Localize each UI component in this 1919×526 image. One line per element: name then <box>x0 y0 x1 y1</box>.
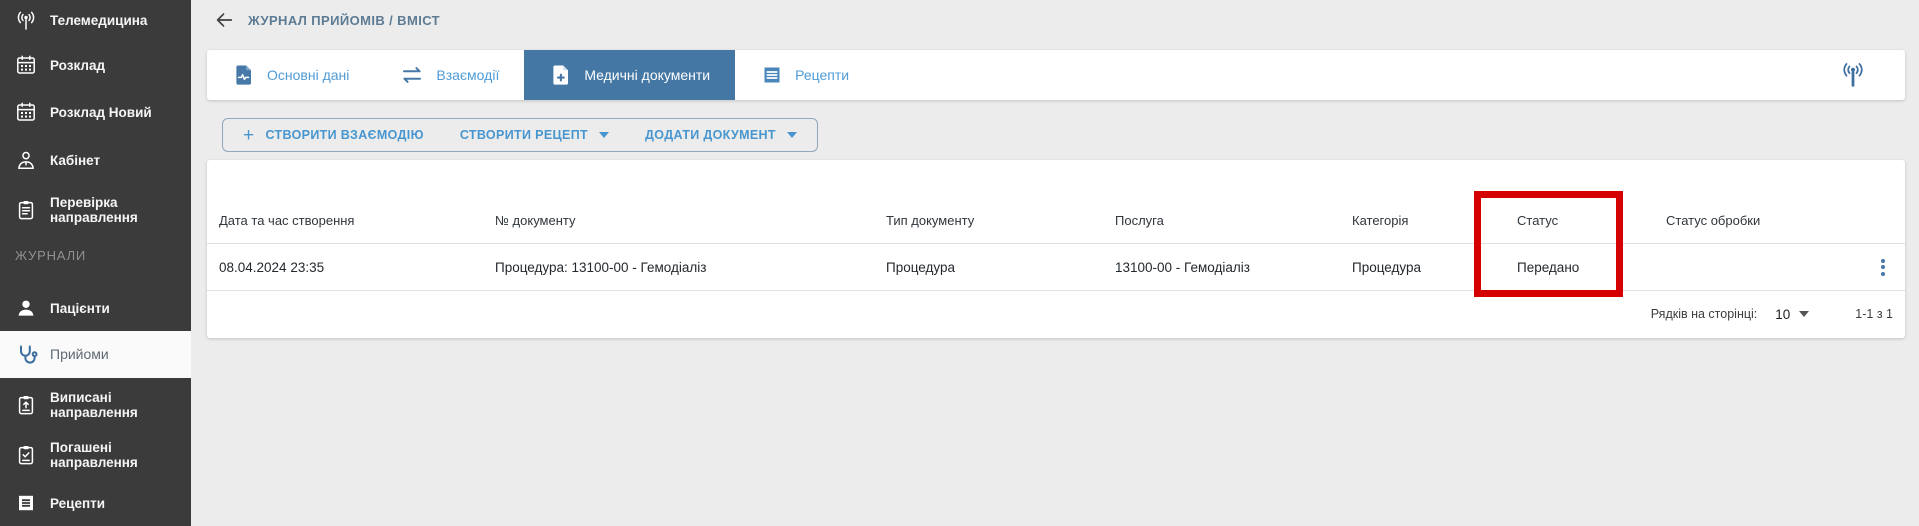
sidebar-item-label: Телемедицина <box>50 13 147 28</box>
sidebar-item-label: Перевірка направлення <box>50 195 162 225</box>
plus-icon: + <box>243 126 254 145</box>
table-row[interactable]: 08.04.2024 23:35 Процедура: 13100-00 - Г… <box>207 244 1905 291</box>
calendar-icon <box>13 52 39 78</box>
tab-main-data[interactable]: Основні дані <box>207 50 374 100</box>
tab-medical-documents[interactable]: Медичні документи <box>524 50 735 100</box>
clipboard-list-icon <box>13 197 39 223</box>
table-header-row: Дата та час створення № документу Тип до… <box>207 198 1905 244</box>
button-label: СТВОРИТИ ВЗАЄМОДІЮ <box>265 128 423 142</box>
sidebar-item-label: Погашені направлення <box>50 440 162 470</box>
create-interaction-button[interactable]: + СТВОРИТИ ВЗАЄМОДІЮ <box>243 126 424 145</box>
column-header-created-at: Дата та час створення <box>207 213 483 228</box>
back-button[interactable] <box>211 7 237 33</box>
receipt-icon <box>13 490 39 516</box>
main-area: ЖУРНАЛ ПРИЙОМІВ / ВМІСТ Основні дані Вза… <box>191 0 1919 526</box>
tab-bar: Основні дані Взаємодії Медичні документи <box>207 50 1905 100</box>
clipboard-up-icon <box>13 392 39 418</box>
chevron-down-icon[interactable] <box>1799 311 1809 317</box>
cell-service: 13100-00 - Гемодіаліз <box>1103 260 1340 275</box>
sidebar-item-label: Розклад Новий <box>50 105 152 120</box>
telemedicine-status-icon[interactable] <box>1837 59 1869 91</box>
column-header-status: Статус <box>1505 213 1654 228</box>
sidebar-item-schedule[interactable]: Розклад <box>0 44 191 86</box>
sidebar-item-label: Виписані направлення <box>50 390 162 420</box>
sidebar-item-issued-referrals[interactable]: Виписані направлення <box>0 381 191 429</box>
document-pulse-icon <box>232 63 256 87</box>
documents-table: Дата та час створення № документу Тип до… <box>207 160 1905 338</box>
chevron-down-icon <box>599 132 609 138</box>
column-header-processing-status: Статус обробки <box>1654 213 1854 228</box>
cell-doc-number: Процедура: 13100-00 - Гемодіаліз <box>483 260 874 275</box>
sidebar-item-label: Рецепти <box>50 496 105 511</box>
sidebar-item-appointments[interactable]: Прийоми <box>0 331 191 378</box>
sidebar-item-label: Прийоми <box>50 347 109 362</box>
document-plus-icon <box>549 63 573 87</box>
rows-per-page-label: Рядків на сторінці: <box>1651 307 1758 321</box>
person-icon <box>13 295 39 321</box>
button-label: СТВОРИТИ РЕЦЕПТ <box>460 128 588 142</box>
sidebar-item-label: Розклад <box>50 58 105 73</box>
cell-status: Передано <box>1505 260 1654 275</box>
column-header-category: Категорія <box>1340 213 1505 228</box>
tab-label: Рецепти <box>795 67 849 83</box>
sidebar-item-referral-check[interactable]: Перевірка направлення <box>0 186 191 234</box>
sidebar-item-redeemed-referrals[interactable]: Погашені направлення <box>0 431 191 479</box>
create-prescription-button[interactable]: СТВОРИТИ РЕЦЕПТ <box>460 128 609 142</box>
cell-created-at: 08.04.2024 23:35 <box>207 260 483 275</box>
rows-per-page-select[interactable]: 10 <box>1775 307 1790 322</box>
antenna-icon <box>13 8 39 34</box>
clipboard-check-icon <box>13 442 39 468</box>
sidebar-item-prescriptions[interactable]: Рецепти <box>0 482 191 524</box>
sidebar-item-telemedicine[interactable]: Телемедицина <box>0 0 191 41</box>
sidebar-item-patients[interactable]: Пацієнти <box>0 287 191 329</box>
tab-label: Медичні документи <box>584 67 710 83</box>
sidebar-item-schedule-new[interactable]: Розклад Новий <box>0 91 191 133</box>
tab-label: Взаємодії <box>436 67 499 83</box>
sidebar: Телемедицина Розклад Розклад Новий Кабін… <box>0 0 191 526</box>
row-menu-button[interactable] <box>1877 255 1889 280</box>
cell-doc-type: Процедура <box>874 260 1103 275</box>
document-actions-toolbar: + СТВОРИТИ ВЗАЄМОДІЮ СТВОРИТИ РЕЦЕПТ ДОД… <box>222 118 818 152</box>
stethoscope-icon <box>13 342 39 368</box>
sidebar-item-cabinet[interactable]: Кабінет <box>0 139 191 181</box>
breadcrumb: ЖУРНАЛ ПРИЙОМІВ / ВМІСТ <box>248 13 440 28</box>
cell-category: Процедура <box>1340 260 1505 275</box>
column-header-service: Послуга <box>1103 213 1340 228</box>
column-header-doc-type: Тип документу <box>874 213 1103 228</box>
sidebar-item-label: Пацієнти <box>50 301 110 316</box>
tab-label: Основні дані <box>267 67 349 83</box>
exchange-arrows-icon <box>399 63 425 87</box>
calendar-icon <box>13 99 39 125</box>
sidebar-section-journals: ЖУРНАЛИ <box>15 248 86 263</box>
tab-prescriptions[interactable]: Рецепти <box>735 50 874 100</box>
button-label: ДОДАТИ ДОКУМЕНТ <box>645 128 776 142</box>
pagination-range: 1-1 з 1 <box>1855 307 1893 321</box>
list-icon <box>760 63 784 87</box>
topbar: ЖУРНАЛ ПРИЙОМІВ / ВМІСТ <box>191 0 1919 40</box>
table-footer: Рядків на сторінці: 10 1-1 з 1 <box>207 291 1905 337</box>
column-header-doc-number: № документу <box>483 213 874 228</box>
doctor-icon <box>13 147 39 173</box>
tab-interactions[interactable]: Взаємодії <box>374 50 524 100</box>
chevron-down-icon <box>787 132 797 138</box>
sidebar-item-label: Кабінет <box>50 153 100 168</box>
add-document-button[interactable]: ДОДАТИ ДОКУМЕНТ <box>645 128 797 142</box>
